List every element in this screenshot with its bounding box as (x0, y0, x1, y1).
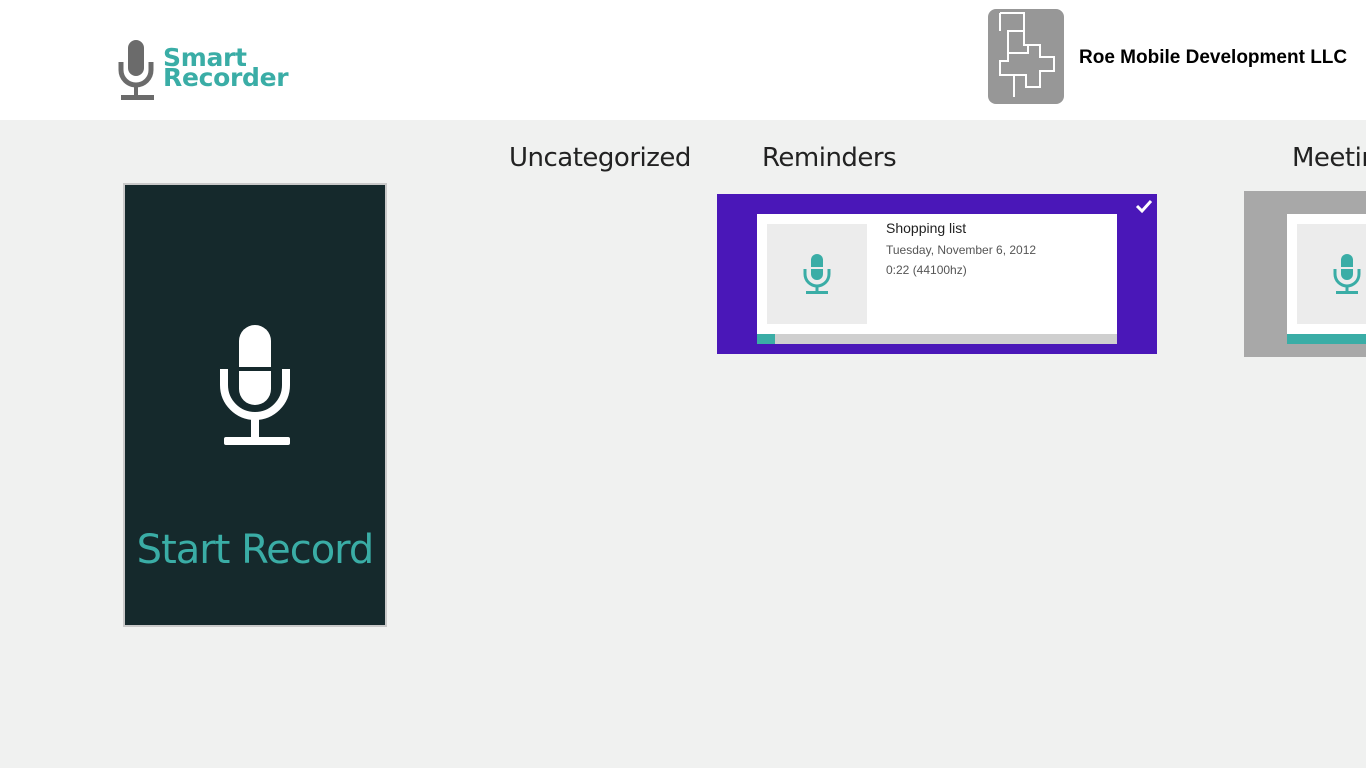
recording-title: Shopping list (886, 220, 967, 236)
start-record-button[interactable]: Start Record (123, 183, 387, 627)
recording-card-content (1287, 214, 1366, 344)
recording-card-content: Shopping list Tuesday, November 6, 2012 … (757, 214, 1117, 344)
publisher-name: Roe Mobile Development LLC (1079, 47, 1348, 68)
group-title-reminders[interactable]: Reminders (762, 143, 897, 173)
playback-progress-fill (757, 334, 775, 344)
microphone-icon (220, 325, 290, 445)
playback-progress-fill (1287, 334, 1366, 344)
group-title-meetings[interactable]: Meetin (1292, 143, 1366, 173)
start-record-label: Start Record (136, 527, 375, 573)
recording-duration: 0:22 (44100hz) (886, 263, 967, 277)
checkmark-icon (1135, 199, 1153, 214)
app-name-line2: Recorder (163, 63, 289, 92)
microphone-icon (803, 254, 831, 294)
group-title-uncategorized[interactable]: Uncategorized (509, 143, 691, 173)
publisher-logo (988, 9, 1064, 104)
recording-thumbnail (1297, 224, 1366, 324)
microphone-icon (118, 40, 154, 100)
puzzle-logo-icon (999, 12, 1055, 97)
playback-progress-bar[interactable] (1287, 334, 1366, 344)
microphone-icon (1333, 254, 1361, 294)
playback-progress-bar[interactable] (757, 334, 1117, 344)
app-name: Smart Recorder (163, 45, 289, 92)
recording-date: Tuesday, November 6, 2012 (886, 243, 1037, 257)
recording-thumbnail (767, 224, 867, 324)
app-logo: Smart Recorder (118, 38, 289, 102)
recording-card-meetings[interactable] (1244, 191, 1366, 357)
recording-card-shopping-list[interactable]: Shopping list Tuesday, November 6, 2012 … (717, 194, 1157, 354)
app-header: Smart Recorder Roe Mobile Development LL… (0, 0, 1366, 120)
